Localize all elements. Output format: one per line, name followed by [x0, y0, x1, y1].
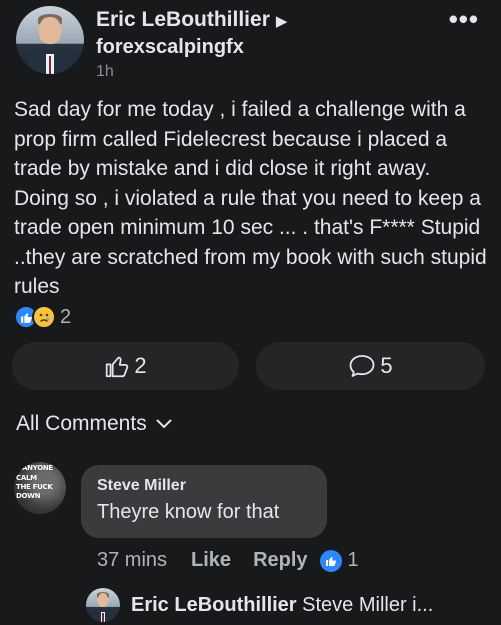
comments-filter-dropdown[interactable]: All Comments [16, 412, 173, 436]
author-avatar[interactable] [16, 6, 84, 74]
post-time: 1h [96, 63, 114, 80]
comment-time[interactable]: 37 mins [97, 549, 167, 572]
comment-actions: 37 mins Like Reply 1 [97, 549, 359, 572]
reaction-summary[interactable]: 2 [14, 305, 71, 329]
comment-bubble-icon [349, 355, 375, 377]
post-text: Sad day for me today , i failed a challe… [14, 98, 487, 298]
post-author-name[interactable]: Eric LeBouthillier [96, 8, 270, 31]
thumbs-up-icon [106, 356, 129, 378]
comment-button[interactable]: 5 [256, 342, 485, 390]
avatar-text-line: DOWN [16, 492, 41, 500]
chevron-down-icon [155, 419, 172, 429]
comments-filter-label: All Comments [16, 412, 147, 435]
comment-count: 5 [380, 353, 393, 378]
comment-like-button[interactable]: Like [191, 549, 231, 572]
comment-text: Theyre know for that [97, 501, 280, 523]
avatar-text-line: THE FUCK [16, 483, 53, 491]
reply-author[interactable]: Eric LeBouthillier [131, 594, 297, 616]
reply-text: Steve Miller i... [302, 594, 434, 616]
sad-face-icon [32, 305, 56, 329]
comment-like-count: 1 [347, 549, 359, 571]
like-count: 2 [134, 353, 147, 378]
reaction-count: 2 [60, 305, 72, 328]
commenter-name[interactable]: Steve Miller [97, 477, 311, 495]
thumbs-up-icon [319, 549, 342, 572]
post-author[interactable]: Eric LeBouthillier ▶ [96, 8, 287, 32]
comment-bubble[interactable]: Steve Miller Theyre know for that [81, 465, 327, 538]
play-arrow-icon: ▶ [275, 13, 288, 30]
more-dots-icon[interactable]: ••• [449, 4, 479, 35]
avatar-text-line: ANYONE [22, 464, 53, 472]
avatar-text-line: CALM [16, 474, 37, 482]
reply-preview[interactable]: Eric LeBouthillier Steve Miller i... [131, 594, 491, 617]
reply-author-avatar[interactable] [86, 588, 120, 622]
comment-reply-button[interactable]: Reply [253, 549, 307, 572]
commenter-avatar[interactable]: ANYONE CALM THE FUCK DOWN [14, 462, 66, 514]
like-button[interactable]: 2 [12, 342, 239, 390]
page-name[interactable]: forexscalpingfx [96, 36, 244, 59]
